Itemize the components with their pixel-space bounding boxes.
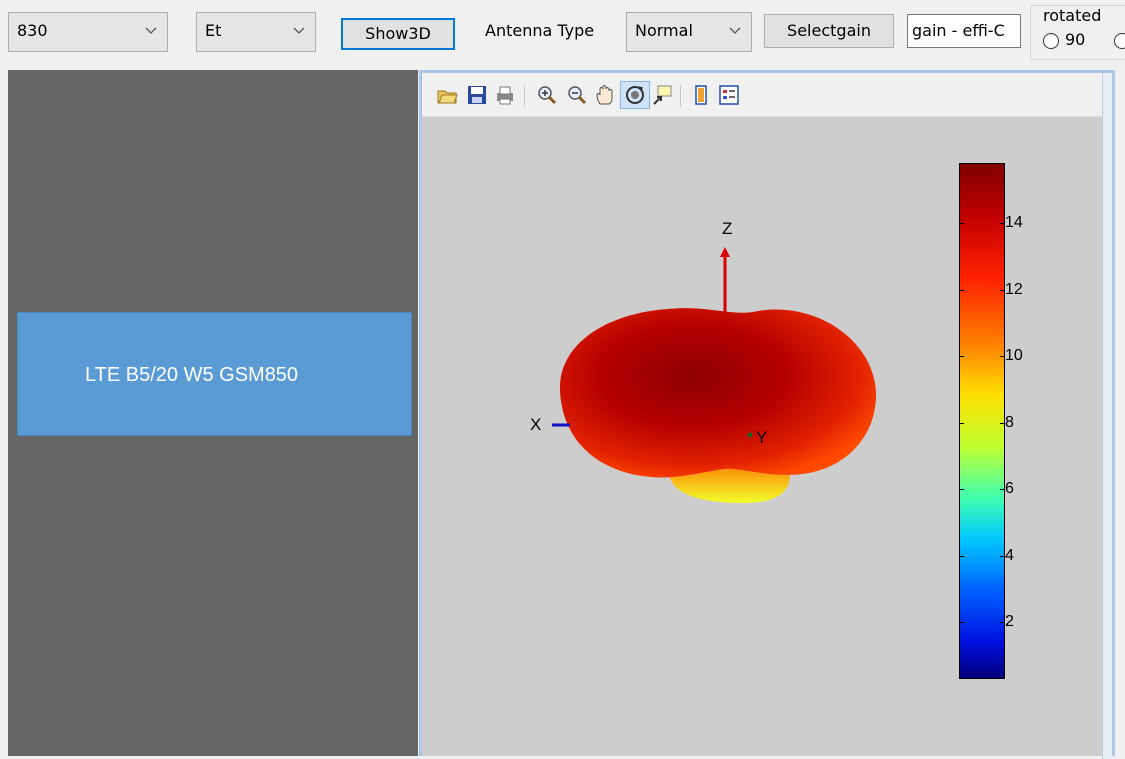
rotated-group: rotated 90	[1030, 5, 1125, 60]
figure-toolbar	[422, 73, 1102, 117]
rotated-label: rotated	[1043, 6, 1102, 25]
gain-field[interactable]: gain - effi-C	[907, 14, 1021, 48]
field-dropdown[interactable]: Et	[196, 12, 316, 52]
colorbar-tick	[959, 289, 964, 291]
zoom-in-icon[interactable]	[536, 84, 558, 106]
colorbar-tick	[959, 222, 964, 224]
colorbar-icon[interactable]	[690, 84, 712, 106]
gain-field-value: gain - effi-C	[912, 21, 1005, 40]
radio-next[interactable]	[1114, 33, 1125, 49]
colorbar-ticks: 14 12 10 8 6 4 2	[959, 163, 1023, 679]
colorbar: 14 12 10 8 6 4 2	[959, 163, 1023, 679]
antenna-type-dropdown[interactable]: Normal	[626, 12, 752, 52]
band-label: LTE B5/20 W5 GSM850	[85, 364, 299, 386]
chevron-down-icon	[729, 27, 741, 34]
frequency-value: 830	[17, 21, 48, 40]
antenna-type-value: Normal	[635, 21, 693, 40]
figure-window: Z X Y 14 12 10 8 6 4 2	[419, 70, 1115, 759]
colorbar-tick-label: 14	[1005, 213, 1023, 231]
colorbar-tick	[959, 356, 964, 358]
colorbar-tick-label: 10	[1005, 347, 1023, 365]
colorbar-tick-label: 4	[1005, 546, 1014, 564]
colorbar-tick	[959, 489, 964, 491]
antenna-type-label: Antenna Type	[485, 21, 595, 40]
field-value: Et	[205, 21, 222, 40]
band-info-box: LTE B5/20 W5 GSM850	[17, 312, 412, 436]
colorbar-tick-label: 6	[1005, 480, 1014, 498]
show3d-button[interactable]: Show3D	[341, 18, 455, 50]
rotate-3d-icon[interactable]	[624, 84, 646, 106]
select-gain-button[interactable]: Selectgain	[764, 14, 894, 48]
axis-y-label: Y	[756, 428, 768, 447]
print-icon[interactable]	[494, 84, 516, 106]
colorbar-tick-label: 8	[1005, 413, 1014, 431]
colorbar-tick	[959, 555, 964, 557]
zoom-out-icon[interactable]	[566, 84, 588, 106]
left-panel: LTE B5/20 W5 GSM850	[8, 70, 418, 756]
colorbar-tick-label: 2	[1005, 613, 1014, 631]
radio-90[interactable]	[1043, 33, 1059, 49]
pan-icon[interactable]	[594, 84, 616, 106]
radio-90-label: 90	[1065, 30, 1086, 49]
axis-z-label: Z	[722, 219, 733, 238]
figure-scrollbar[interactable]	[1102, 73, 1112, 759]
colorbar-tick	[959, 622, 964, 624]
open-icon[interactable]	[436, 84, 458, 106]
data-cursor-icon[interactable]	[652, 84, 674, 106]
axis-x-label: X	[530, 415, 542, 434]
colorbar-tick-label: 12	[1005, 280, 1023, 298]
lobe-main	[559, 308, 877, 478]
chevron-down-icon	[145, 27, 157, 34]
chevron-down-icon	[293, 27, 305, 34]
colorbar-tick	[959, 422, 964, 424]
frequency-dropdown[interactable]: 830	[8, 12, 168, 52]
save-icon[interactable]	[466, 84, 488, 106]
y-axis-marker	[747, 432, 753, 438]
radiation-pattern-3d	[552, 247, 877, 503]
legend-icon[interactable]	[718, 84, 740, 106]
